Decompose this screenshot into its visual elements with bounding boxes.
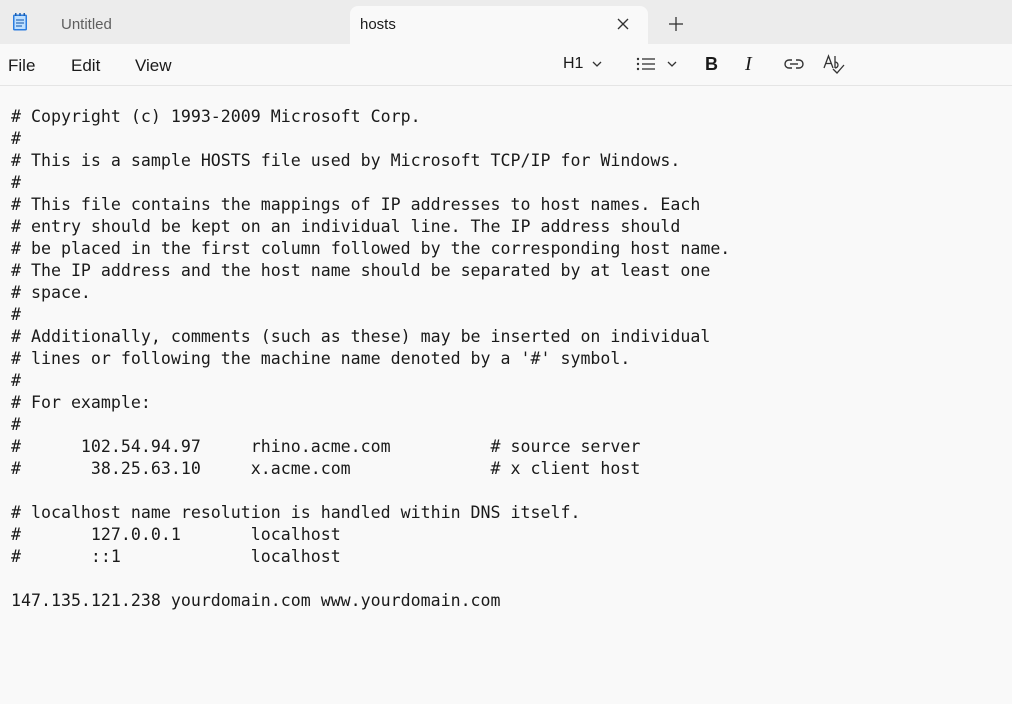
link-icon (784, 59, 804, 69)
bold-icon: B (705, 53, 718, 74)
tab-bar: Untitled hosts (0, 0, 1012, 44)
chevron-down-icon (667, 61, 677, 67)
text-editor[interactable]: # Copyright (c) 1993-2009 Microsoft Corp… (11, 106, 1001, 696)
menu-edit[interactable]: Edit (71, 56, 100, 76)
heading-dropdown[interactable]: H1 (563, 52, 603, 76)
bold-button[interactable]: B (705, 52, 718, 76)
notepad-app-icon (13, 13, 27, 31)
heading-label: H1 (563, 55, 584, 72)
tab-untitled-label: Untitled (61, 16, 112, 33)
italic-icon: I (745, 52, 752, 75)
tab-hosts-label: hosts (360, 16, 396, 33)
chevron-down-icon (592, 61, 602, 67)
list-dropdown[interactable] (636, 52, 678, 76)
spell-check-icon (823, 54, 845, 74)
list-icon (636, 57, 655, 71)
menu-bar: File Edit View H1 B I (0, 44, 1012, 86)
add-tab-icon[interactable] (667, 15, 685, 33)
menu-file[interactable]: File (8, 56, 35, 76)
link-button[interactable] (783, 52, 805, 76)
close-icon[interactable] (614, 15, 632, 33)
italic-button[interactable]: I (745, 52, 752, 76)
menu-view[interactable]: View (135, 56, 172, 76)
spell-check-button[interactable] (823, 52, 845, 76)
tab-hosts[interactable]: hosts (350, 6, 648, 44)
tab-untitled[interactable]: Untitled (44, 6, 346, 44)
